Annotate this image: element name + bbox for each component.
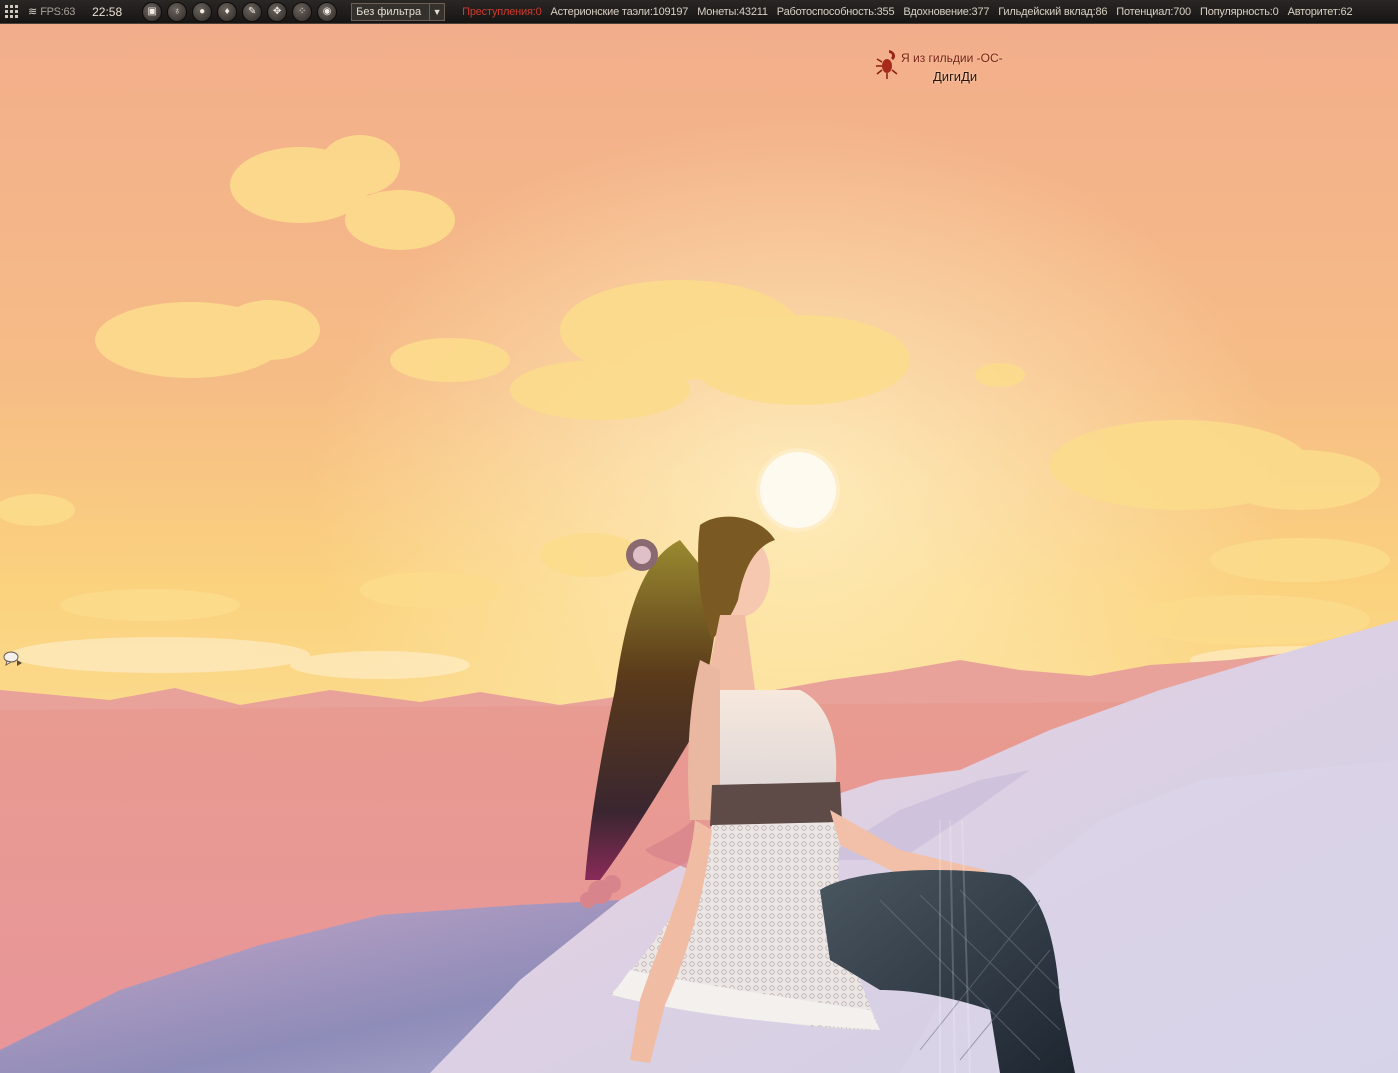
move-arrows-icon[interactable]: ✥ (267, 1, 288, 22)
costume-icon[interactable]: ♦ (217, 1, 238, 22)
scene-art (0, 0, 1398, 1073)
main-menu-grid-icon[interactable] (5, 4, 19, 19)
stat-guild-contribution: Гильдейский вклад:86 (998, 5, 1108, 18)
chat-toggle-icon[interactable] (3, 650, 25, 668)
camera-icon[interactable]: ▣ (142, 1, 163, 22)
wifi-signal-icon: ≋ (28, 6, 38, 18)
stat-popularity: Популярность:0 (1199, 5, 1279, 18)
player-nameplate[interactable]: Я из гильдии -ОС- ДигиДи (875, 48, 1045, 88)
game-clock: 22:58 (92, 4, 123, 19)
top-status-bar: ≋ FPS:63 22:58 ▣ ♁ ● ♦ ✎ ✥ ⁘ ◉ Без фильт… (0, 0, 1398, 24)
eye-icon[interactable]: ◉ (317, 1, 338, 22)
chevron-down-icon: ▼ (429, 3, 444, 20)
player-name: ДигиДи (933, 69, 978, 84)
stat-crime: Преступления:0 (462, 5, 542, 18)
stat-efficiency: Работоспособность:355 (776, 5, 895, 18)
quick-tools: ▣ ♁ ● ♦ ✎ ✥ ⁘ ◉ (142, 1, 342, 22)
game-viewport[interactable] (0, 0, 1398, 1073)
stat-coins: Монеты:43211 (697, 5, 768, 18)
stat-inspiration: Вдохновение:377 (903, 5, 990, 18)
fps-counter: FPS:63 (40, 5, 76, 18)
filter-value: Без фильтра (356, 5, 422, 18)
stat-tael: Астерионские таэли:109197 (550, 5, 689, 18)
guild-tag: Я из гильдии -ОС- (901, 51, 1003, 65)
party-icon[interactable]: ⁘ (292, 1, 313, 22)
stat-potential: Потенциал:700 (1116, 5, 1191, 18)
sword-icon[interactable]: ✎ (242, 1, 263, 22)
bag-icon[interactable]: ♁ (167, 1, 188, 22)
chat-bubble-icon[interactable]: ● (192, 1, 213, 22)
stat-authority: Авторитет:62 (1287, 5, 1353, 18)
currency-stats: Преступления:0 Астерионские таэли:109197… (462, 6, 1361, 18)
scorpion-emblem-icon (876, 50, 898, 79)
filter-dropdown[interactable]: Без фильтра ▼ (351, 2, 446, 21)
